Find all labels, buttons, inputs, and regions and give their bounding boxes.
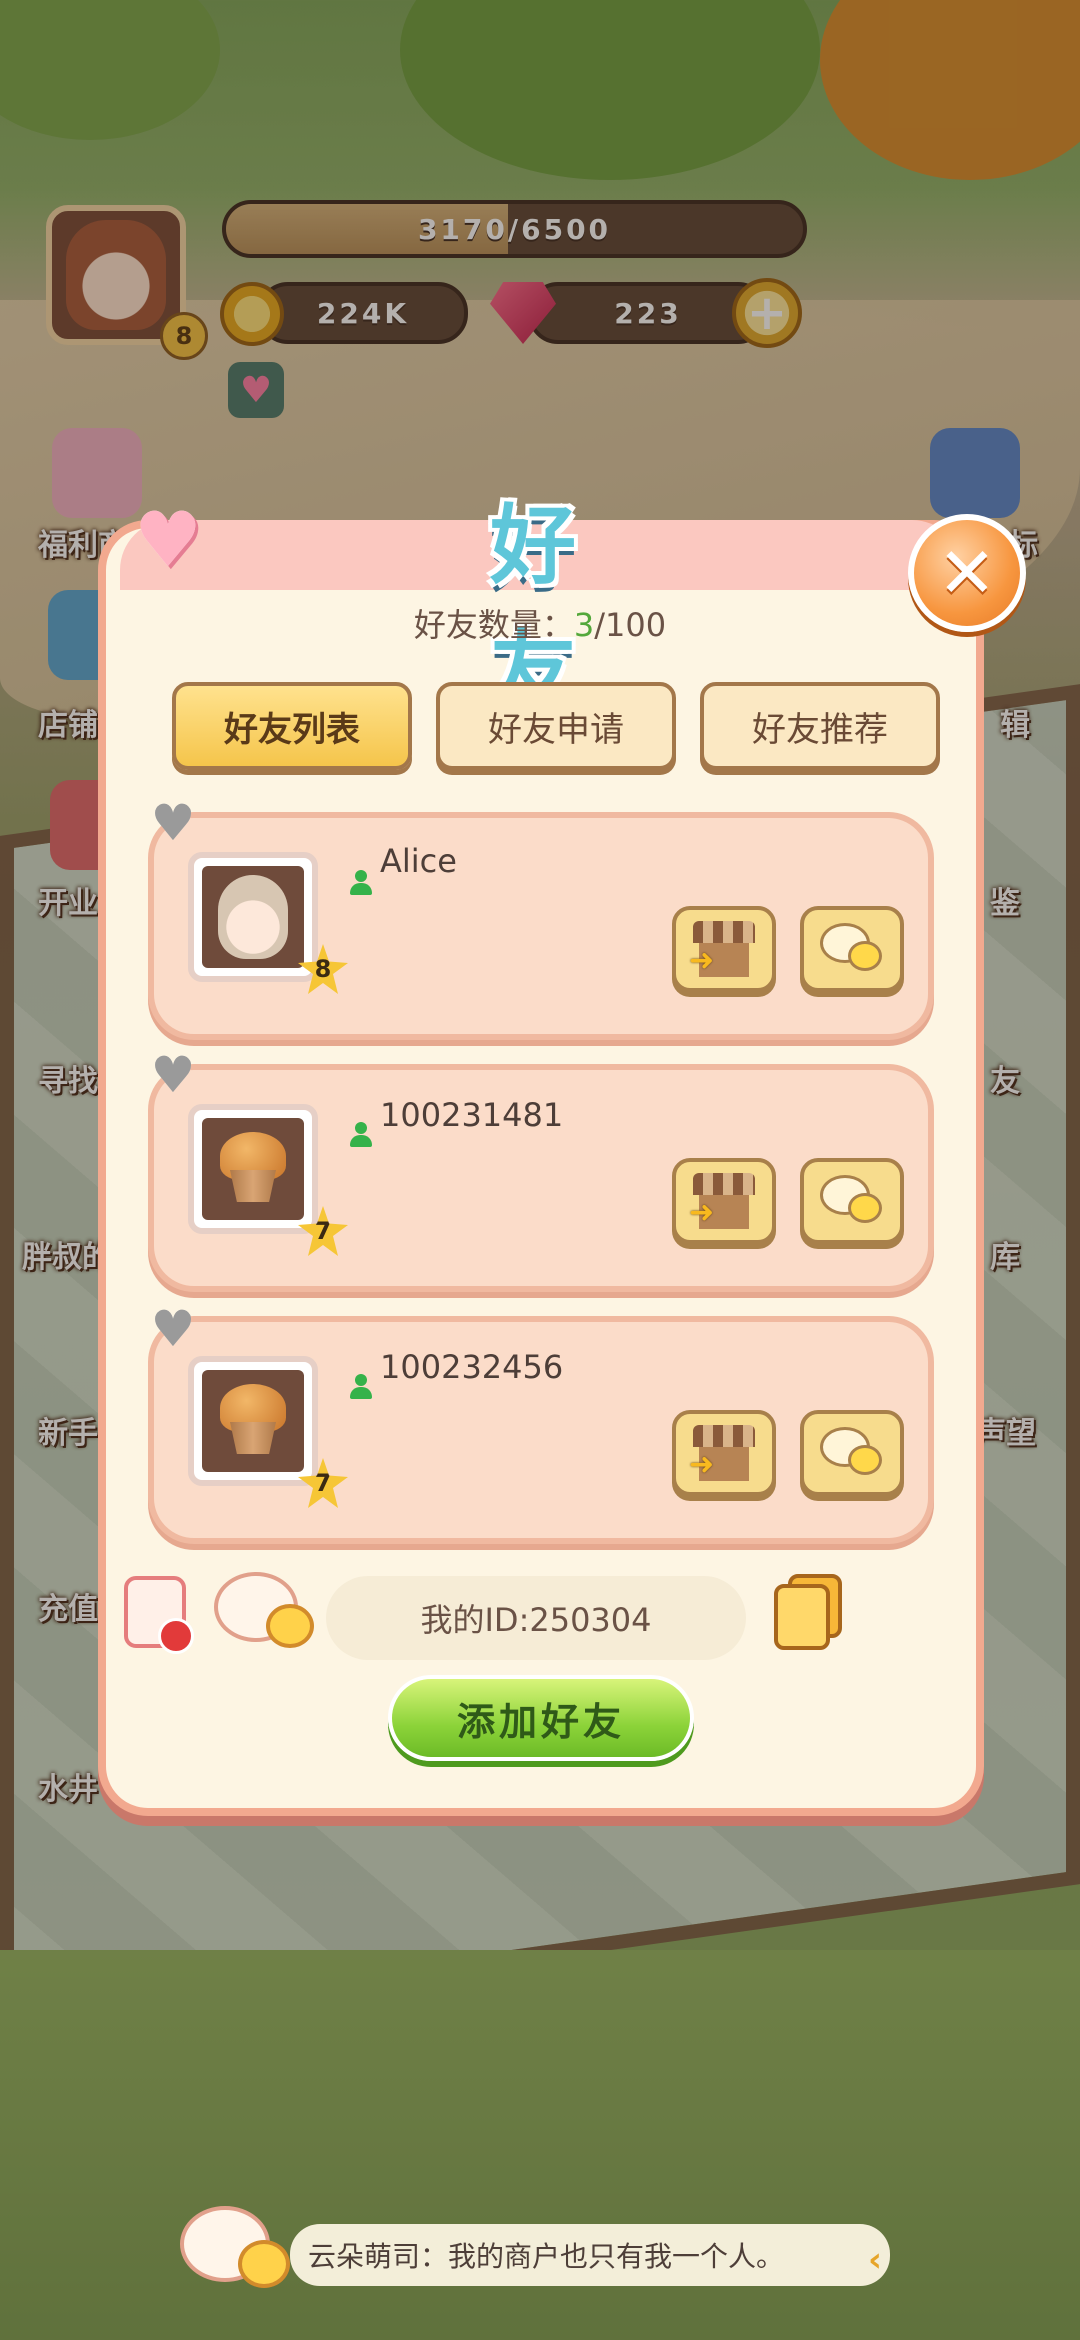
- chat-button[interactable]: [800, 1410, 904, 1496]
- visit-shop-button[interactable]: ➜: [672, 1158, 776, 1244]
- friend-count-current: 3: [573, 606, 595, 644]
- friend-name: 100232456: [380, 1348, 564, 1386]
- gray-heart-icon[interactable]: ♥: [146, 798, 200, 848]
- friend-name: Alice: [380, 842, 457, 880]
- gray-heart-icon[interactable]: ♥: [146, 1304, 200, 1354]
- tab-friend-recommend[interactable]: 好友推荐: [700, 682, 940, 770]
- chat-icon: [820, 923, 884, 975]
- person-icon: [350, 1374, 372, 1400]
- chevron-left-icon[interactable]: ‹: [868, 2240, 882, 2280]
- copy-icon[interactable]: [774, 1574, 844, 1652]
- visit-shop-button[interactable]: ➜: [672, 906, 776, 992]
- friend-avatar[interactable]: [188, 1104, 318, 1234]
- tab-friend-requests[interactable]: 好友申请: [436, 682, 676, 770]
- chat-icon: [820, 1175, 884, 1227]
- my-id-display: 我的ID:250304: [326, 1576, 746, 1660]
- shop-visit-icon: ➜: [689, 1173, 755, 1229]
- muffin-icon: [216, 1132, 290, 1206]
- friend-avatar-image: [202, 866, 304, 968]
- shop-visit-icon: ➜: [689, 921, 755, 977]
- emoji-chat-icon[interactable]: [214, 1572, 318, 1656]
- chat-icon: [820, 1427, 884, 1479]
- visit-shop-button[interactable]: ➜: [672, 1410, 776, 1496]
- friend-name: 100231481: [380, 1096, 564, 1134]
- block-list-icon[interactable]: [124, 1576, 194, 1654]
- friend-count: 好友数量：3/100: [360, 600, 720, 646]
- friend-count-max: /100: [594, 606, 667, 644]
- chat-button[interactable]: [800, 1158, 904, 1244]
- friend-avatar[interactable]: [188, 1356, 318, 1486]
- chat-bubble-icon[interactable]: [180, 2206, 290, 2298]
- tab-friend-list[interactable]: 好友列表: [172, 682, 412, 770]
- gray-heart-icon[interactable]: ♥: [146, 1050, 200, 1100]
- chat-ticker-text: 云朵萌司：我的商户也只有我一个人。: [308, 2240, 785, 2273]
- close-button[interactable]: ✕: [908, 514, 1026, 632]
- friend-avatar-image: [202, 1118, 304, 1220]
- heart-decoration-icon: ♥: [133, 495, 203, 584]
- chat-ticker-bar[interactable]: 云朵萌司：我的商户也只有我一个人。: [290, 2224, 890, 2286]
- chat-ticker[interactable]: 云朵萌司：我的商户也只有我一个人。 ‹: [180, 2206, 900, 2302]
- friend-avatar[interactable]: [188, 852, 318, 982]
- person-icon: [350, 1122, 372, 1148]
- person-icon: [350, 870, 372, 896]
- friend-avatar-image: [202, 1370, 304, 1472]
- girl-face: [218, 875, 288, 959]
- close-icon: ✕: [937, 532, 997, 614]
- add-friend-button[interactable]: 添加好友: [388, 1675, 694, 1761]
- muffin-icon: [216, 1384, 290, 1458]
- chat-button[interactable]: [800, 906, 904, 992]
- shop-visit-icon: ➜: [689, 1425, 755, 1481]
- friend-count-label: 好友数量：: [413, 606, 574, 644]
- dialog-title: 好 友: [490, 496, 590, 721]
